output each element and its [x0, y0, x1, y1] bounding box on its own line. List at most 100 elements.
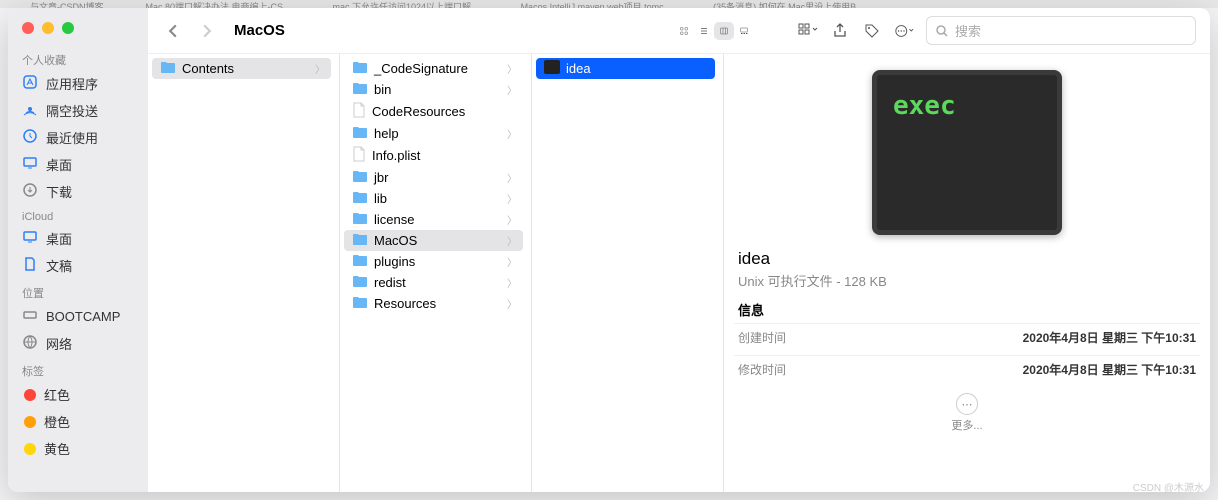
- tag-dot-icon: [24, 443, 36, 455]
- column-item[interactable]: license〉: [344, 209, 523, 230]
- column-2[interactable]: _CodeSignature 〉 bin 〉 CodeResources help〉 Inf…: [340, 54, 532, 492]
- share-button[interactable]: [830, 22, 850, 40]
- info-row-modified: 修改时间2020年4月8日 星期三 下午10:31: [734, 355, 1200, 383]
- sidebar-item[interactable]: 红色: [8, 381, 148, 408]
- search-icon: [935, 24, 949, 38]
- exec-icon: [544, 60, 560, 77]
- sidebar-section-header: 位置: [8, 279, 148, 303]
- item-label: Contents: [182, 61, 234, 76]
- sidebar-item[interactable]: 隔空投送: [8, 97, 148, 124]
- sidebar-item[interactable]: BOOTCAMP: [8, 303, 148, 330]
- exec-preview-icon: exec: [872, 70, 1062, 235]
- column-item[interactable]: CodeResources: [344, 100, 523, 123]
- column-browser: Contents〉 _CodeSignature〉bin〉CodeResourc…: [148, 54, 1210, 492]
- column-item[interactable]: MacOS 〉: [344, 230, 523, 251]
- column-view-button[interactable]: [714, 22, 734, 40]
- icon-view-button[interactable]: [674, 22, 694, 40]
- chevron-right-icon: 〉: [507, 170, 517, 185]
- column-item[interactable]: Contents〉: [152, 58, 331, 79]
- search-field[interactable]: 搜索: [926, 16, 1196, 45]
- tag-dot-icon: [24, 416, 36, 428]
- app-icon: [22, 74, 38, 93]
- item-label: Info.plist: [372, 148, 420, 163]
- folder-icon: [352, 295, 368, 312]
- folder-icon: [352, 60, 368, 77]
- column-item[interactable]: help〉: [344, 123, 523, 144]
- airdrop-icon: [22, 101, 38, 120]
- item-label: MacOS: [374, 233, 417, 248]
- sidebar-item[interactable]: 黄色: [8, 435, 148, 462]
- tags-button[interactable]: [862, 22, 882, 40]
- item-label: redist: [374, 275, 406, 290]
- globe-icon: [22, 334, 38, 353]
- preview-subtitle: Unix 可执行文件 - 128 KB: [734, 271, 887, 290]
- chevron-right-icon: 〉: [507, 254, 517, 269]
- chevron-right-icon: 〉: [507, 275, 517, 290]
- back-button[interactable]: [162, 20, 184, 42]
- item-label: Resources: [374, 296, 436, 311]
- sidebar-item[interactable]: 应用程序: [8, 70, 148, 97]
- desktop-icon: [22, 155, 38, 174]
- folder-icon: [352, 190, 368, 207]
- chevron-right-icon: 〉: [507, 233, 517, 248]
- folder-icon: [352, 125, 368, 142]
- column-3[interactable]: idea: [532, 54, 724, 492]
- sidebar-item-label: 橙色: [44, 412, 70, 431]
- window-title: MacOS: [234, 22, 285, 39]
- column-item[interactable]: plugins〉: [344, 251, 523, 272]
- doc-icon: [22, 256, 38, 275]
- sidebar-item-label: 最近使用: [46, 128, 98, 147]
- sidebar-item[interactable]: 下载: [8, 178, 148, 205]
- item-label: jbr: [374, 170, 388, 185]
- ellipsis-icon: ⋯: [956, 393, 978, 415]
- sidebar-item[interactable]: 文稿: [8, 252, 148, 279]
- item-label: bin: [374, 82, 391, 97]
- sidebar-item-label: 文稿: [46, 256, 72, 275]
- sidebar-item[interactable]: 橙色: [8, 408, 148, 435]
- sidebar-item[interactable]: 桌面: [8, 225, 148, 252]
- column-item[interactable]: lib〉: [344, 188, 523, 209]
- sidebar-item[interactable]: 网络: [8, 330, 148, 357]
- item-label: CodeResources: [372, 104, 465, 119]
- watermark: CSDN @木源水: [1133, 479, 1204, 494]
- column-item[interactable]: jbr 〉: [344, 167, 523, 188]
- column-item[interactable]: Info.plist: [344, 144, 523, 167]
- column-item[interactable]: redist 〉: [344, 272, 523, 293]
- column-item[interactable]: _CodeSignature 〉: [344, 58, 523, 79]
- zoom-button[interactable]: [62, 22, 74, 34]
- sidebar-section-header: iCloud: [8, 205, 148, 225]
- group-menu[interactable]: [798, 22, 818, 40]
- sidebar-item[interactable]: 最近使用: [8, 124, 148, 151]
- folder-icon: [352, 81, 368, 98]
- column-item[interactable]: idea: [536, 58, 715, 79]
- forward-button[interactable]: [196, 20, 218, 42]
- more-button[interactable]: ⋯ 更多...: [951, 393, 982, 433]
- column-item[interactable]: Resources 〉: [344, 293, 523, 314]
- main-area: MacOS 搜索 Contents〉 _CodeSignature〉bin〉Co…: [148, 8, 1210, 492]
- sidebar-item-label: 红色: [44, 385, 70, 404]
- sidebar-item[interactable]: 桌面: [8, 151, 148, 178]
- list-view-button[interactable]: [694, 22, 714, 40]
- chevron-right-icon: 〉: [507, 61, 517, 76]
- folder-icon: [160, 60, 176, 77]
- sidebar-section-header: 个人收藏: [8, 46, 148, 70]
- chevron-right-icon: 〉: [507, 296, 517, 311]
- search-placeholder: 搜索: [955, 21, 981, 40]
- folder-icon: [352, 253, 368, 270]
- gallery-view-button[interactable]: [734, 22, 754, 40]
- item-label: _CodeSignature: [374, 61, 468, 76]
- minimize-button[interactable]: [42, 22, 54, 34]
- chevron-right-icon: 〉: [507, 126, 517, 141]
- column-1[interactable]: Contents〉: [148, 54, 340, 492]
- disk-icon: [22, 307, 38, 326]
- close-button[interactable]: [22, 22, 34, 34]
- action-menu[interactable]: [894, 22, 914, 40]
- tag-dot-icon: [24, 389, 36, 401]
- chevron-right-icon: 〉: [507, 82, 517, 97]
- clock-icon: [22, 128, 38, 147]
- sidebar-item-label: 黄色: [44, 439, 70, 458]
- sidebar-item-label: 桌面: [46, 229, 72, 248]
- column-item[interactable]: bin 〉: [344, 79, 523, 100]
- preview-filename: idea: [734, 249, 770, 269]
- info-row-created: 创建时间2020年4月8日 星期三 下午10:31: [734, 323, 1200, 351]
